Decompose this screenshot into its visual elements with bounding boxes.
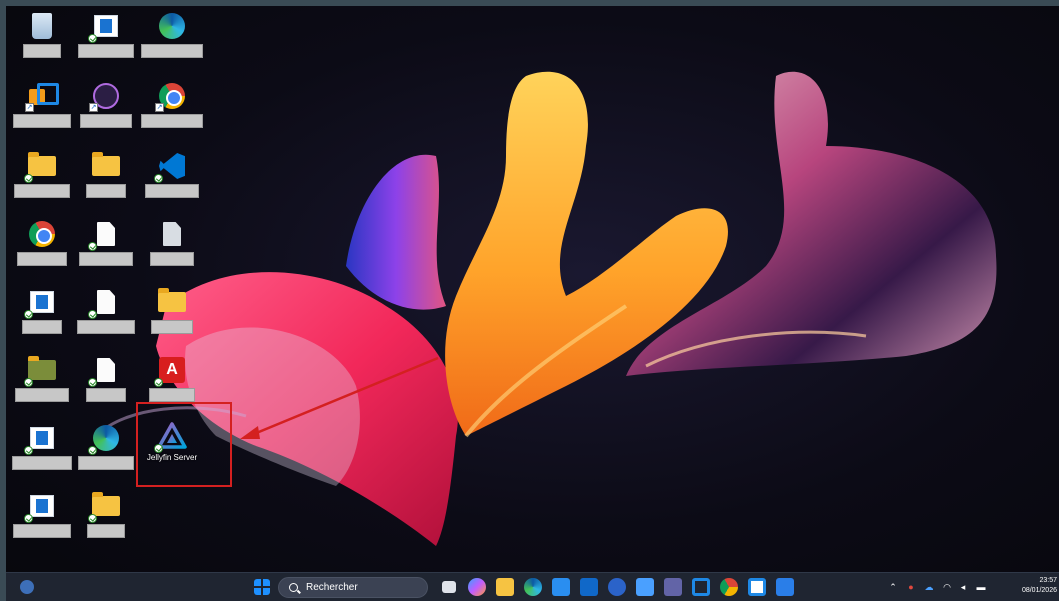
volume-icon[interactable]: ◂ [958, 582, 968, 592]
file-explorer-icon[interactable] [496, 578, 514, 596]
widgets-icon[interactable] [20, 580, 34, 594]
folder-icon[interactable] [74, 492, 138, 554]
remote-desktop-icon[interactable]: ↗ [10, 82, 74, 144]
desktop-screen: ↗ ↗ ↗ A Jellyfin Server Rechercher ⌃ ● ☁… [6, 6, 1059, 601]
task-view-icon[interactable] [442, 581, 456, 593]
document-icon[interactable] [74, 220, 138, 282]
document-icon[interactable] [74, 356, 138, 418]
tray-app-icon[interactable]: ● [906, 582, 916, 592]
office-icon[interactable] [692, 578, 710, 596]
taskbar: Rechercher ⌃ ● ☁ ◠ ◂ ▬ 23:57 08/01/2026 [6, 572, 1059, 601]
windows-app-icon[interactable] [10, 492, 74, 554]
teams-icon[interactable] [664, 578, 682, 596]
obs-icon[interactable]: ↗ [74, 82, 138, 144]
pinned-app-icon[interactable] [776, 578, 794, 596]
battery-icon[interactable]: ▬ [976, 582, 986, 592]
copilot-icon[interactable] [468, 578, 486, 596]
clock[interactable]: 23:57 08/01/2026 [1009, 576, 1057, 596]
map-icon[interactable] [10, 356, 74, 418]
chrome-icon[interactable]: ↗ [140, 82, 204, 144]
edge-icon[interactable] [524, 578, 542, 596]
windows-app-icon[interactable] [10, 288, 74, 350]
mail-icon[interactable] [636, 578, 654, 596]
search-label: Rechercher [306, 582, 358, 593]
clock-time: 23:57 [1039, 577, 1057, 584]
document-icon[interactable] [74, 288, 138, 350]
document-icon[interactable] [140, 220, 204, 282]
folder-icon[interactable] [140, 288, 204, 350]
vscode-icon[interactable] [140, 152, 204, 214]
start-icon[interactable] [254, 579, 270, 595]
wifi-icon[interactable]: ◠ [942, 582, 952, 592]
chrome-icon[interactable] [10, 220, 74, 282]
windows-app-icon[interactable] [10, 424, 74, 486]
recycle-bin-icon[interactable] [10, 12, 74, 74]
store-icon[interactable] [552, 578, 570, 596]
search-bar[interactable]: Rechercher [278, 577, 428, 598]
app-icon[interactable] [748, 578, 766, 596]
database-icon[interactable] [608, 578, 626, 596]
clock-date: 08/01/2026 [1021, 587, 1057, 594]
highlight-box [136, 402, 232, 487]
edge-profile-icon[interactable] [140, 12, 204, 74]
folder-icon[interactable] [74, 152, 138, 214]
onedrive-icon[interactable]: ☁ [924, 582, 934, 592]
chevron-up-icon[interactable]: ⌃ [888, 582, 898, 592]
search-icon [289, 583, 298, 592]
folder-icon[interactable] [10, 152, 74, 214]
edge-profile-icon[interactable] [74, 424, 138, 486]
windows-app-icon[interactable] [74, 12, 138, 74]
chrome-icon[interactable] [720, 578, 738, 596]
outlook-icon[interactable] [580, 578, 598, 596]
